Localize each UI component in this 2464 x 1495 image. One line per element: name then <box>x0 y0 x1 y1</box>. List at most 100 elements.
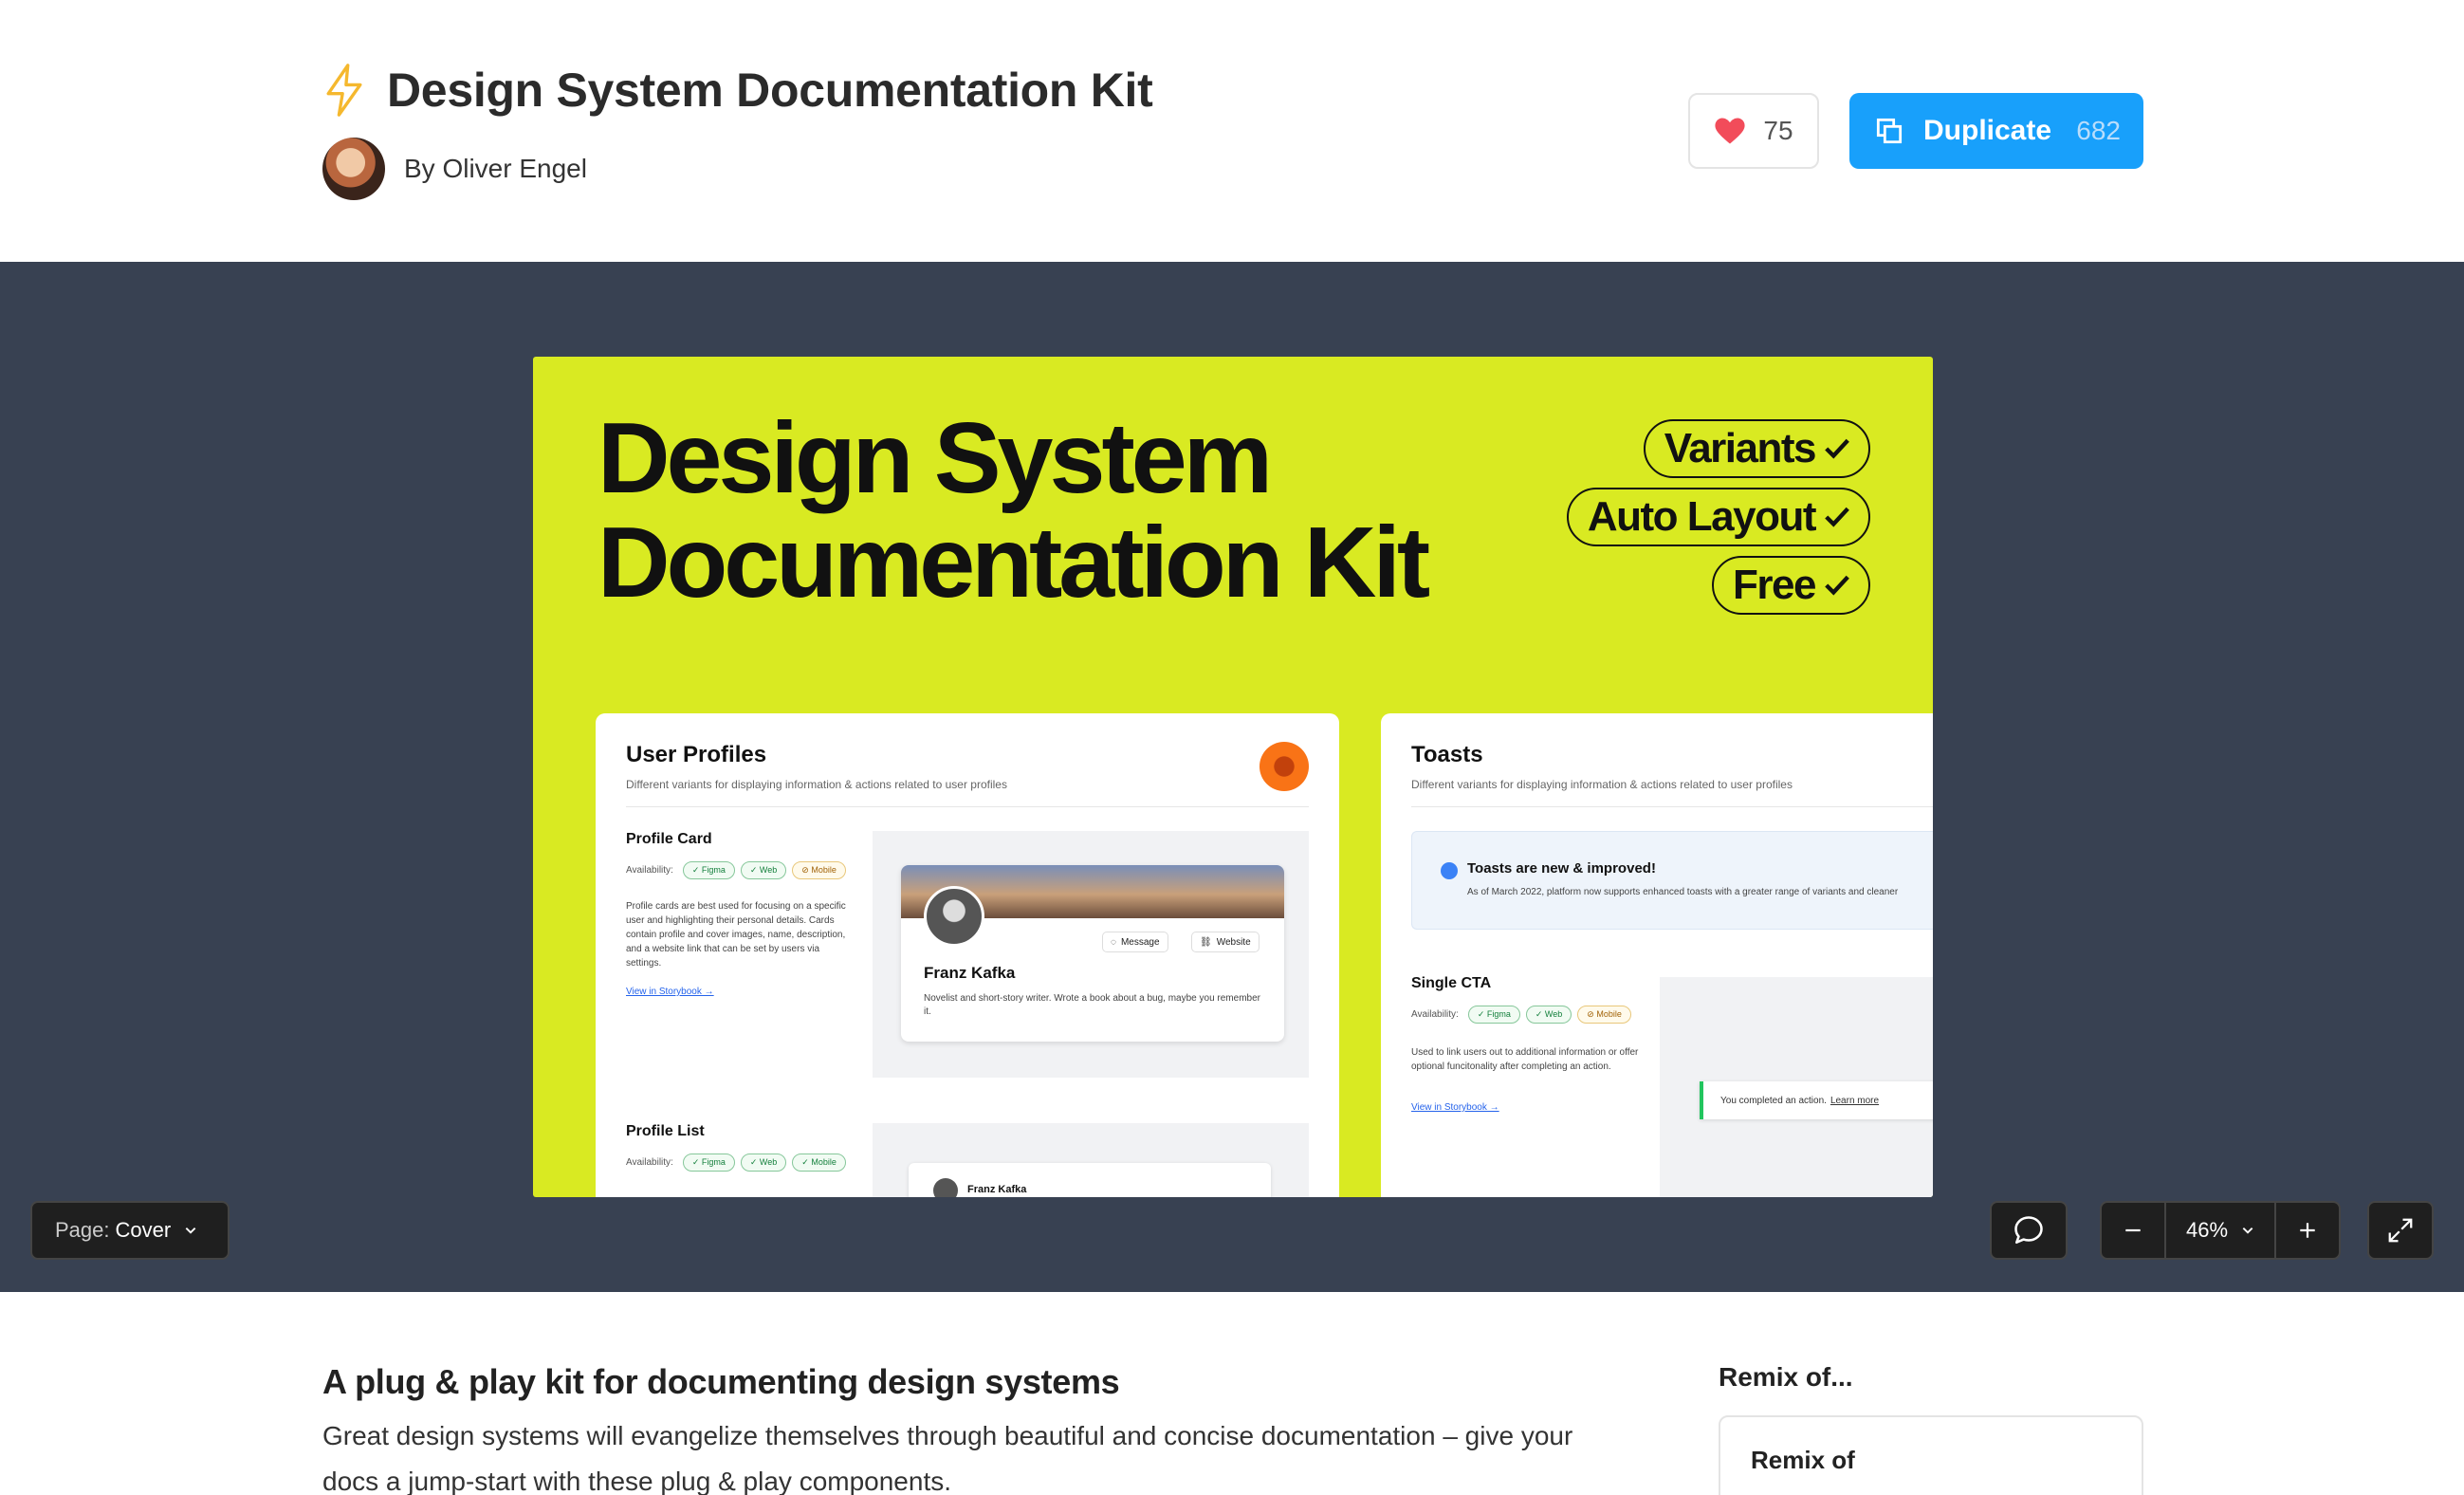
section-title: Profile List <box>626 1123 705 1139</box>
chip-web: ✓ Web <box>1525 1006 1572 1024</box>
profile-list-item: Franz Kafka <box>909 1163 1271 1197</box>
info-icon <box>1441 862 1458 879</box>
toasts-card: Toasts Different variants for displaying… <box>1381 713 1933 1197</box>
page-label: Page: <box>55 1218 110 1242</box>
section-description: Used to link users out to additional inf… <box>1411 1047 1639 1072</box>
link-icon: ⛓ <box>1200 936 1212 948</box>
website-label: Website <box>1216 936 1251 948</box>
tag-variants: Variants <box>1643 419 1870 478</box>
duplicate-count: 682 <box>2076 116 2121 145</box>
lightning-bolt-icon <box>326 64 362 117</box>
title-row: Design System Documentation Kit <box>322 63 1153 118</box>
info-banner: Toasts are new & improved! As of March 2… <box>1411 831 1933 930</box>
availability-row: Availability: ✓ Figma ✓ Web ⊘ Mobile <box>626 861 846 879</box>
profile-card-example: ◌ Message ⛓ Website Franz Kafka Novelist… <box>901 865 1284 1042</box>
tag-free: Free <box>1712 556 1870 615</box>
availability-label: Availability: <box>626 1157 673 1168</box>
chevron-down-icon <box>2242 1227 2253 1234</box>
chip-figma: ✓ Figma <box>682 1154 735 1172</box>
cover-title-line2: Documentation Kit <box>598 507 1430 618</box>
page-value: Cover <box>115 1218 172 1242</box>
duplicate-button[interactable]: Duplicate 682 <box>1849 93 2143 169</box>
availability-row: Availability: ✓ Figma ✓ Web ⊘ Mobile <box>1411 1006 1631 1024</box>
zoom-out-button[interactable] <box>2102 1203 2164 1258</box>
section-title: Single CTA <box>1411 975 1492 991</box>
author-name[interactable]: By Oliver Engel <box>404 154 587 184</box>
divider <box>1411 806 1933 807</box>
chip-figma: ✓ Figma <box>1467 1006 1520 1024</box>
website-button[interactable]: ⛓ Website <box>1191 932 1260 952</box>
chevron-down-icon <box>185 1227 196 1234</box>
toast-example: You completed an action. Learn more <box>1700 1081 1933 1119</box>
availability-label: Availability: <box>1411 1009 1459 1020</box>
list-avatar <box>933 1178 958 1197</box>
zoom-controls: 46% <box>2100 1201 2341 1260</box>
availability-label: Availability: <box>626 865 673 876</box>
check-icon <box>1825 507 1849 527</box>
card-heading: User Profiles <box>626 742 767 767</box>
like-button[interactable]: 75 <box>1688 93 1819 169</box>
remix-card-label: Remix of <box>1751 1446 1855 1474</box>
duplicate-icon <box>1876 118 1903 144</box>
description-text: Great design systems will evangelize the… <box>322 1421 1573 1495</box>
preview-stage[interactable]: Design System Documentation Kit Variants… <box>0 262 2464 1292</box>
message-icon: ◌ <box>1111 936 1116 948</box>
storybook-link[interactable]: View in Storybook → <box>626 987 714 997</box>
toast-demo: You completed an action. Learn more <box>1660 977 1933 1197</box>
remix-card[interactable]: Remix of <box>1719 1415 2143 1495</box>
chip-web: ✓ Web <box>740 1154 787 1172</box>
comment-icon <box>2014 1216 2043 1245</box>
chip-mobile: ⊘ Mobile <box>792 861 846 879</box>
cover-title: Design System Documentation Kit <box>598 402 1430 618</box>
section-description: Profile cards are best used for focusing… <box>626 901 846 969</box>
profile-avatar <box>924 886 984 947</box>
profile-list-demo: Franz Kafka <box>873 1123 1309 1197</box>
banner-text: As of March 2022, platform now supports … <box>1467 887 1899 897</box>
heart-icon <box>1715 118 1746 144</box>
tag-auto-layout: Auto Layout <box>1566 488 1870 546</box>
section-title: Profile Card <box>626 831 712 847</box>
tag-label: Variants <box>1664 425 1817 471</box>
toast-link[interactable]: Learn more <box>1830 1096 1879 1106</box>
like-count: 75 <box>1763 116 1793 145</box>
comment-button[interactable] <box>1990 1201 2068 1260</box>
chip-figma: ✓ Figma <box>682 861 735 879</box>
file-header: Design System Documentation Kit By Olive… <box>0 0 2464 262</box>
list-name: Franz Kafka <box>967 1184 1027 1195</box>
author-avatar[interactable] <box>322 138 385 200</box>
page-selector[interactable]: Page: Cover <box>30 1201 230 1260</box>
author-row[interactable]: By Oliver Engel <box>322 138 587 200</box>
check-icon <box>1825 575 1849 596</box>
cover-title-line1: Design System <box>598 402 1273 514</box>
feature-tags: Variants Auto Layout Free <box>1566 419 1870 615</box>
check-icon <box>1825 438 1849 459</box>
zoom-in-button[interactable] <box>2276 1203 2339 1258</box>
card-subtitle: Different variants for displaying inform… <box>1411 778 1793 791</box>
card-subtitle: Different variants for displaying inform… <box>626 778 1007 791</box>
toast-text: You completed an action. <box>1720 1095 1827 1106</box>
profile-name: Franz Kafka <box>924 964 1016 982</box>
message-button[interactable]: ◌ Message <box>1102 932 1168 952</box>
storybook-link[interactable]: View in Storybook → <box>1411 1102 1499 1113</box>
card-heading: Toasts <box>1411 742 1483 767</box>
file-title: Design System Documentation Kit <box>387 64 1153 117</box>
tag-label: Free <box>1733 562 1816 608</box>
profile-card-demo: ◌ Message ⛓ Website Franz Kafka Novelist… <box>873 831 1309 1078</box>
fullscreen-button[interactable] <box>2367 1201 2434 1260</box>
description-heading: A plug & play kit for documenting design… <box>322 1362 1120 1401</box>
duplicate-label: Duplicate <box>1923 115 2052 146</box>
expand-icon <box>2388 1218 2413 1243</box>
chip-web: ✓ Web <box>740 861 787 879</box>
zoom-value: 46% <box>2185 1218 2229 1242</box>
zoom-dropdown[interactable]: 46% <box>2164 1203 2276 1258</box>
zoom-out-icon <box>2125 1228 2141 1232</box>
chip-mobile: ⊘ Mobile <box>1577 1006 1631 1024</box>
profile-bio: Novelist and short-story writer. Wrote a… <box>924 993 1260 1017</box>
status-dot-icon <box>1260 742 1309 791</box>
cover-frame[interactable]: Design System Documentation Kit Variants… <box>533 357 1933 1197</box>
remix-heading: Remix of... <box>1719 1362 1853 1392</box>
message-label: Message <box>1120 936 1160 948</box>
tag-label: Auto Layout <box>1587 493 1817 540</box>
chip-mobile: ✓ Mobile <box>792 1154 846 1172</box>
banner-title: Toasts are new & improved! <box>1467 860 1656 877</box>
